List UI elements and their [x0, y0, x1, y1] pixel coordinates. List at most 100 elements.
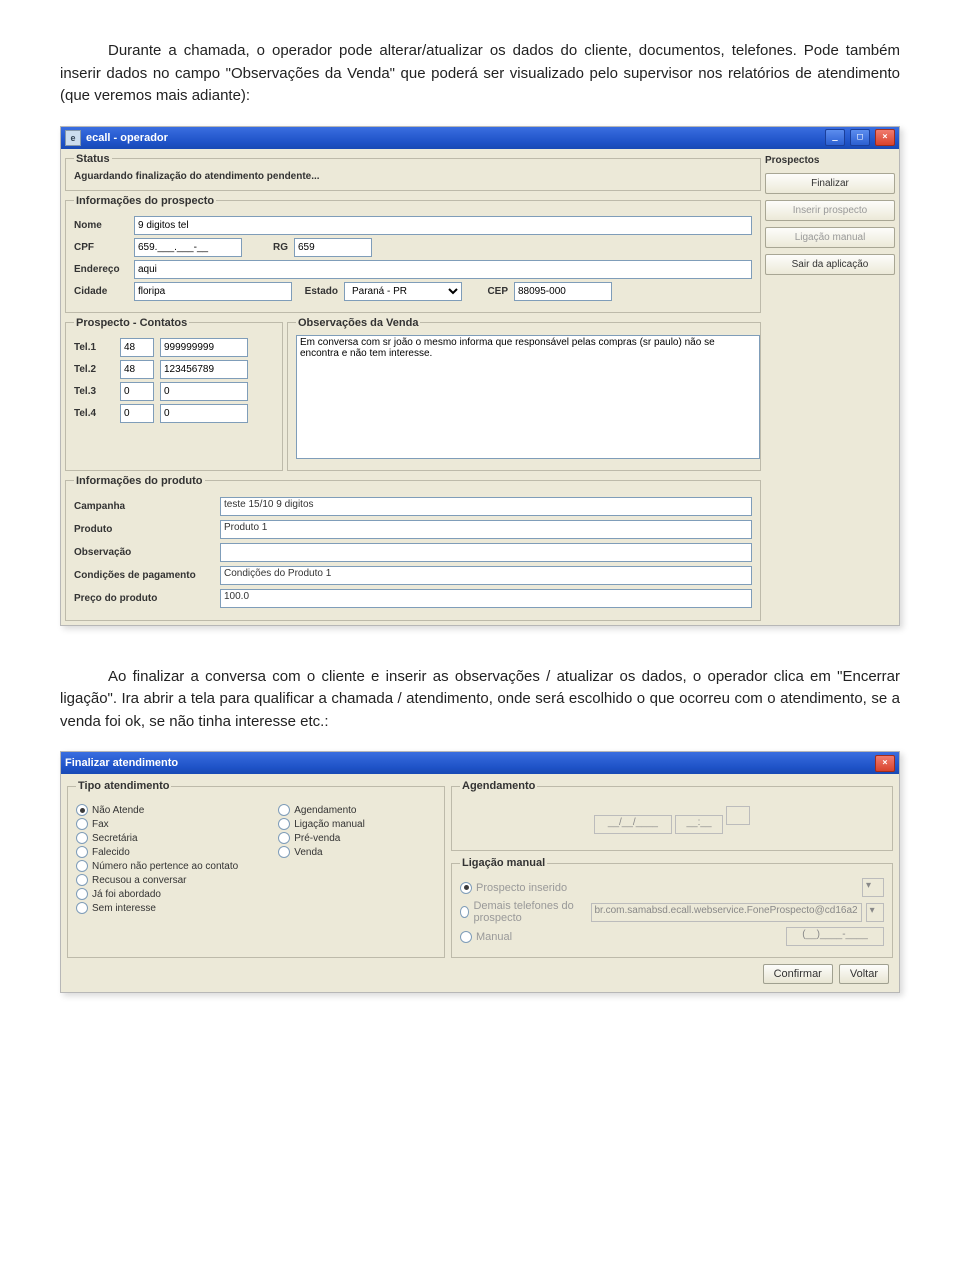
- ligacao-legend: Ligação manual: [460, 857, 547, 869]
- radio-prospecto-inserido: Prospecto inserido ▾: [460, 878, 884, 897]
- prospect-info-legend: Informações do prospecto: [74, 195, 216, 207]
- ligacao-manual-button[interactable]: Ligação manual: [765, 227, 895, 248]
- ligacao-manual-group: Ligação manual Prospecto inserido ▾ Dema…: [451, 857, 893, 958]
- rg-label: RG: [248, 242, 288, 253]
- radio-icon: [76, 888, 88, 900]
- paragraph-2: Ao finalizar a conversa com o cliente e …: [60, 666, 900, 734]
- radio-pre-venda[interactable]: Pré-venda: [278, 832, 365, 844]
- endereco-input[interactable]: [134, 260, 752, 279]
- confirmar-button[interactable]: Confirmar: [763, 964, 833, 984]
- tel3-label: Tel.3: [74, 386, 114, 397]
- tel4-num[interactable]: [160, 404, 248, 423]
- titlebar[interactable]: Finalizar atendimento ×: [61, 752, 899, 774]
- cidade-label: Cidade: [74, 286, 128, 297]
- tipo-col-2: Agendamento Ligação manual Pré-venda Ven…: [278, 802, 365, 916]
- radio-venda[interactable]: Venda: [278, 846, 365, 858]
- preco-value: 100.0: [220, 589, 752, 608]
- tel-row: Tel.3: [74, 382, 274, 401]
- tel2-ddd[interactable]: [120, 360, 154, 379]
- tel4-label: Tel.4: [74, 408, 114, 419]
- radio-icon: [278, 804, 290, 816]
- cpf-label: CPF: [74, 242, 128, 253]
- tel4-ddd[interactable]: [120, 404, 154, 423]
- manual-phone-input: (__)____-____: [786, 927, 884, 946]
- estado-select[interactable]: Paraná - PR: [344, 282, 462, 301]
- app-icon: e: [65, 130, 81, 146]
- radio-icon: [76, 832, 88, 844]
- maximize-button[interactable]: □: [850, 129, 870, 146]
- tel1-num[interactable]: [160, 338, 248, 357]
- cep-label: CEP: [468, 286, 508, 297]
- radio-secretaria[interactable]: Secretária: [76, 832, 238, 844]
- radio-nao-atende[interactable]: Não Atende: [76, 804, 238, 816]
- campanha-value: teste 15/10 9 digitos: [220, 497, 752, 516]
- ag-picker-button: [726, 806, 750, 825]
- campanha-label: Campanha: [74, 501, 214, 512]
- ag-date-input: __/__/____: [594, 815, 672, 834]
- radio-ligacao-manual[interactable]: Ligação manual: [278, 818, 365, 830]
- cidade-input[interactable]: [134, 282, 292, 301]
- finalizar-button[interactable]: Finalizar: [765, 173, 895, 194]
- radio-sem-interesse[interactable]: Sem interesse: [76, 902, 238, 914]
- tel-row: Tel.1: [74, 338, 274, 357]
- status-text: Aguardando finalização do atendimento pe…: [74, 171, 752, 182]
- radio-icon: [460, 906, 469, 918]
- endereco-label: Endereço: [74, 264, 128, 275]
- operador-window: e ecall - operador _ □ × Status Aguardan…: [60, 126, 900, 626]
- radio-icon: [76, 860, 88, 872]
- rg-input[interactable]: [294, 238, 372, 257]
- observacao-label: Observação: [74, 547, 214, 558]
- tel2-num[interactable]: [160, 360, 248, 379]
- close-button[interactable]: ×: [875, 129, 895, 146]
- inserir-prospecto-button[interactable]: Inserir prospecto: [765, 200, 895, 221]
- agendamento-group: Agendamento __/__/____ __:__: [451, 780, 893, 851]
- radio-icon: [76, 874, 88, 886]
- produto-value: Produto 1: [220, 520, 752, 539]
- radio-falecido[interactable]: Falecido: [76, 846, 238, 858]
- obs-legend: Observações da Venda: [296, 317, 420, 329]
- window-title: ecall - operador: [86, 132, 820, 144]
- radio-agendamento[interactable]: Agendamento: [278, 804, 365, 816]
- contacts-legend: Prospecto - Contatos: [74, 317, 189, 329]
- agendamento-legend: Agendamento: [460, 780, 537, 792]
- close-button[interactable]: ×: [875, 755, 895, 772]
- prospects-label: Prospectos: [765, 155, 895, 166]
- radio-numero-nao-pertence[interactable]: Número não pertence ao contato: [76, 860, 238, 872]
- voltar-button[interactable]: Voltar: [839, 964, 889, 984]
- minimize-button[interactable]: _: [825, 129, 845, 146]
- estado-label: Estado: [298, 286, 338, 297]
- obs-group: Observações da Venda Em conversa com sr …: [287, 317, 761, 471]
- radio-icon: [278, 818, 290, 830]
- product-info-group: Informações do produto Campanha teste 15/…: [65, 475, 761, 621]
- tel-row: Tel.2: [74, 360, 274, 379]
- sair-button[interactable]: Sair da aplicação: [765, 254, 895, 275]
- contacts-group: Prospecto - Contatos Tel.1 Tel.2 Tel.3: [65, 317, 283, 471]
- radio-icon: [76, 846, 88, 858]
- obs-textarea[interactable]: Em conversa com sr joão o mesmo informa …: [296, 335, 760, 459]
- radio-recusou[interactable]: Recusou a conversar: [76, 874, 238, 886]
- tel3-num[interactable]: [160, 382, 248, 401]
- preco-label: Preço do produto: [74, 593, 214, 604]
- radio-icon: [460, 931, 472, 943]
- radio-ja-abordado[interactable]: Já foi abordado: [76, 888, 238, 900]
- nome-input[interactable]: [134, 216, 752, 235]
- tel1-ddd[interactable]: [120, 338, 154, 357]
- radio-icon: [278, 846, 290, 858]
- radio-icon: [460, 882, 472, 894]
- cep-input[interactable]: [514, 282, 612, 301]
- dropdown-icon: ▾: [866, 903, 884, 922]
- tel-row: Tel.4: [74, 404, 274, 423]
- nome-label: Nome: [74, 220, 128, 231]
- tipo-legend: Tipo atendimento: [76, 780, 171, 792]
- dropdown-icon: ▾: [862, 878, 884, 897]
- titlebar[interactable]: e ecall - operador _ □ ×: [61, 127, 899, 149]
- radio-icon: [278, 832, 290, 844]
- cpf-input[interactable]: [134, 238, 242, 257]
- tel3-ddd[interactable]: [120, 382, 154, 401]
- radio-manual: Manual (__)____-____: [460, 927, 884, 946]
- radio-fax[interactable]: Fax: [76, 818, 238, 830]
- product-info-legend: Informações do produto: [74, 475, 205, 487]
- ag-time-input: __:__: [675, 815, 723, 834]
- tel1-label: Tel.1: [74, 342, 114, 353]
- paragraph-1: Durante a chamada, o operador pode alter…: [60, 40, 900, 108]
